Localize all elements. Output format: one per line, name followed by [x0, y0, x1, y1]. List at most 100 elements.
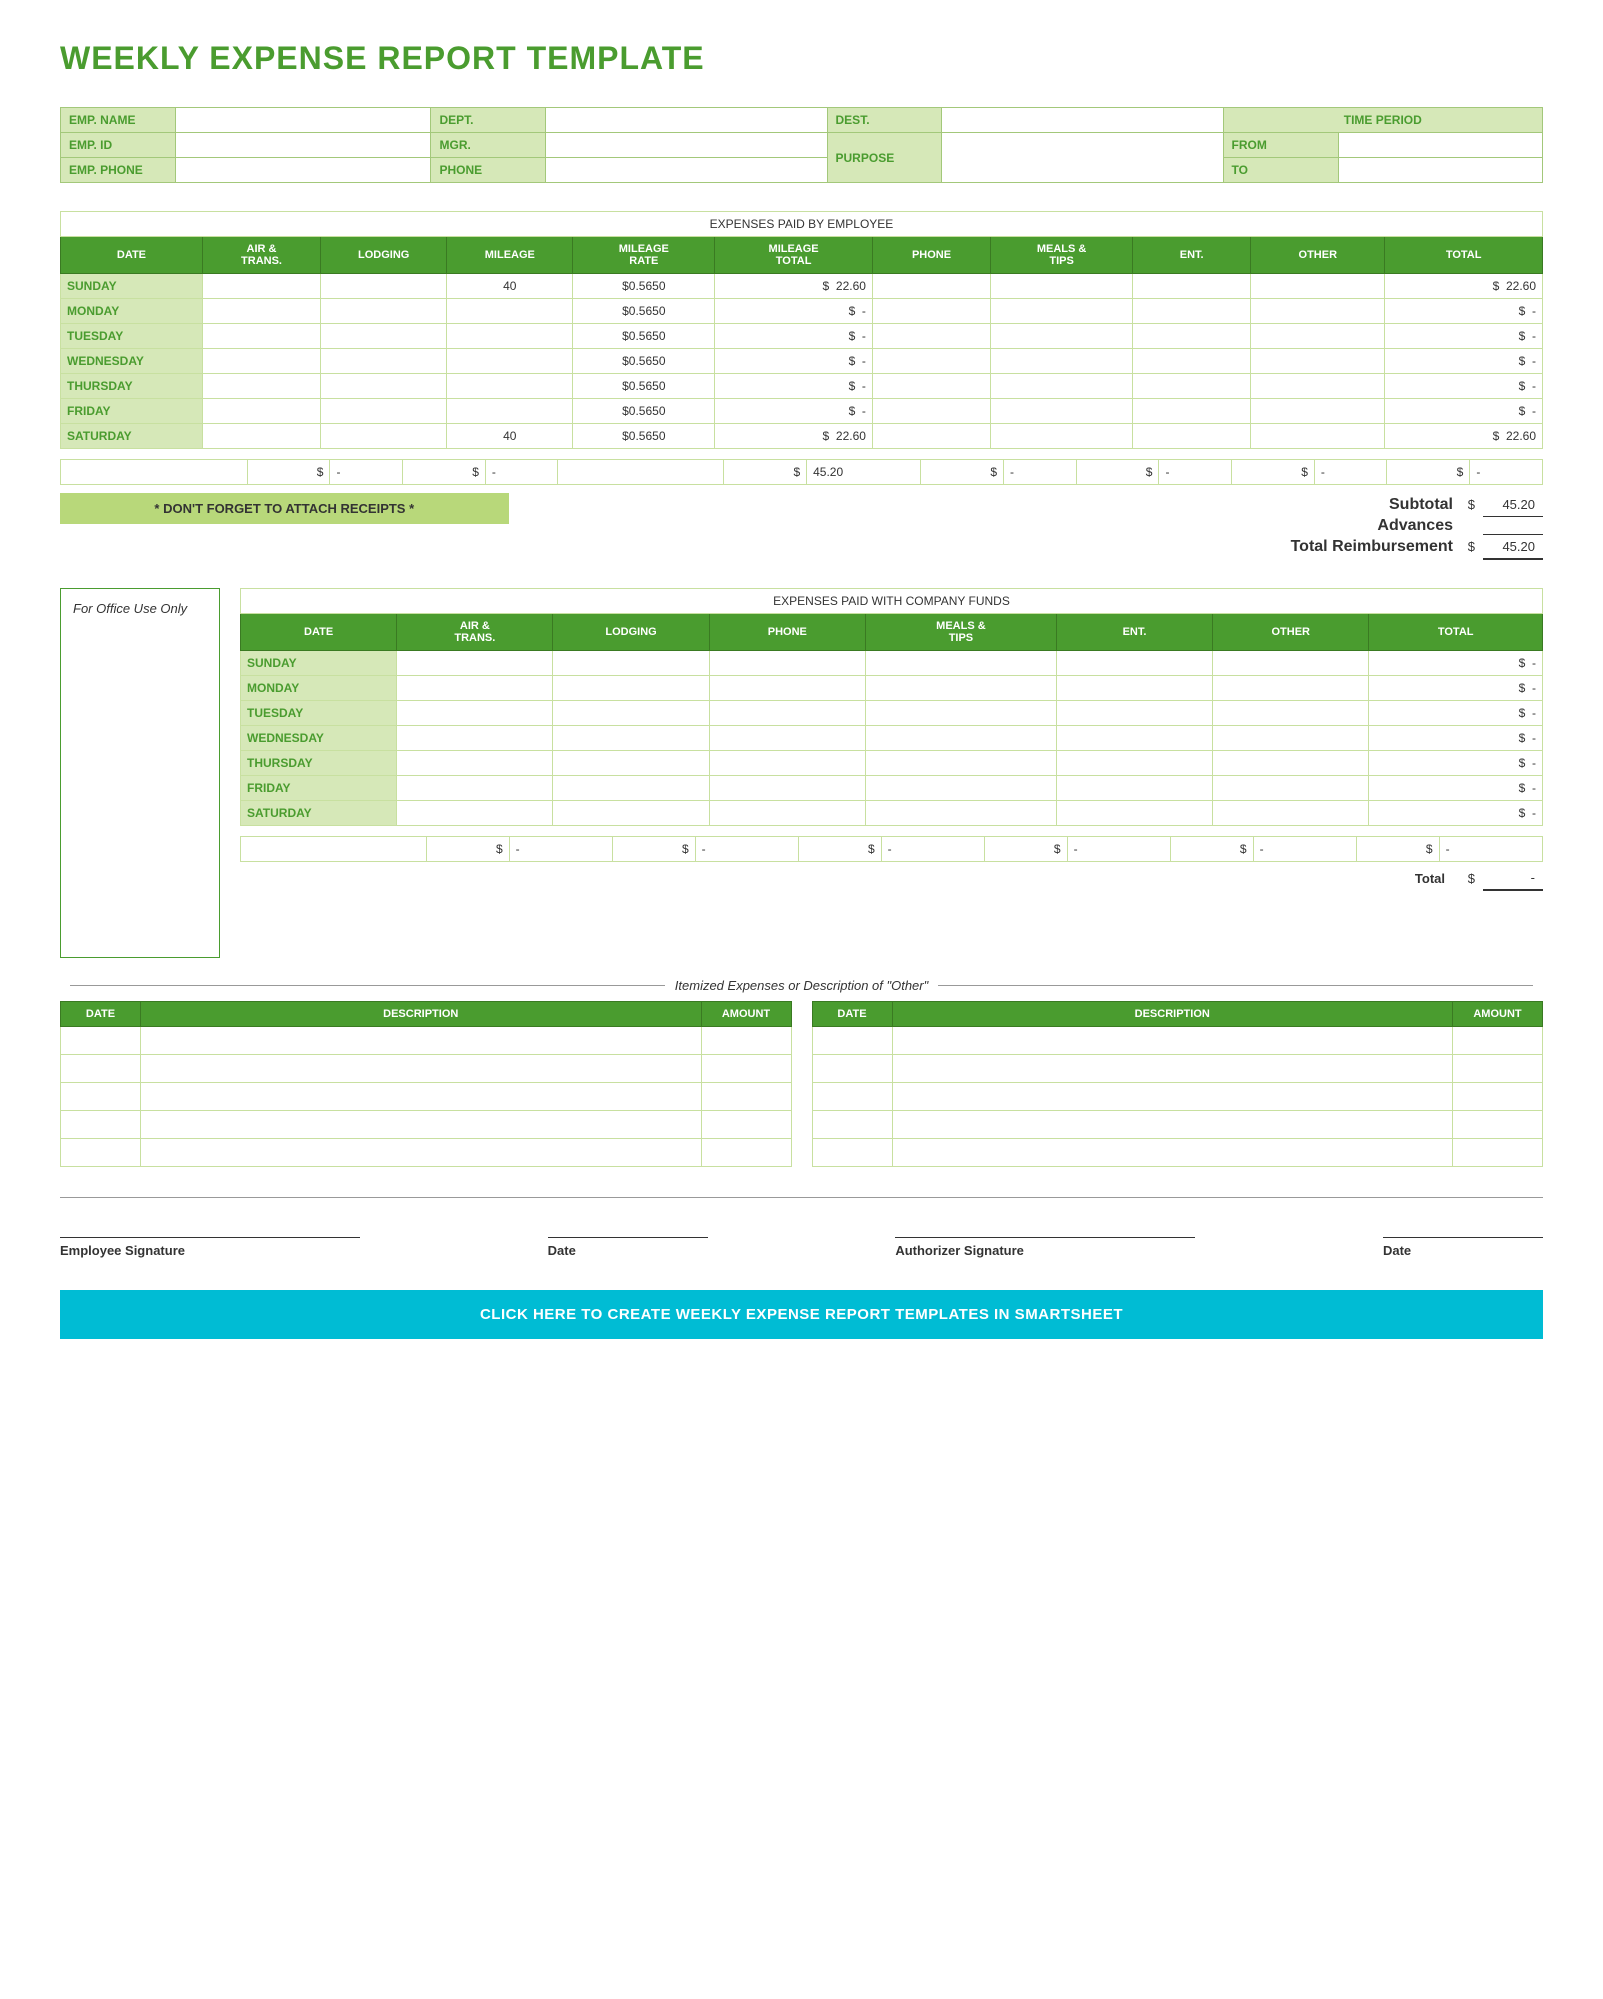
purpose-value[interactable]	[942, 133, 1223, 183]
company-expense-row: FRIDAY $ -	[241, 776, 1543, 801]
comp-col-total: TOTAL	[1369, 614, 1543, 651]
emp-id-value[interactable]	[175, 133, 431, 158]
totals-meals: -	[1159, 460, 1232, 485]
col-mileage: MILEAGE	[447, 237, 573, 274]
emp-id-label: EMP. ID	[61, 133, 176, 158]
comp-tot-ent: -	[1253, 837, 1356, 862]
authorizer-sig-label: Authorizer Signature	[895, 1243, 1024, 1258]
company-expense-row: SATURDAY $ -	[241, 801, 1543, 826]
expenses-employee-table: EXPENSES PAID BY EMPLOYEE DATE AIR &TRAN…	[60, 211, 1543, 449]
col-ent: ENT.	[1133, 237, 1251, 274]
from-label: FROM	[1223, 133, 1338, 158]
itemized-right-row	[812, 1111, 1543, 1139]
advances-label: Advances	[1291, 517, 1453, 535]
employee-expense-row: FRIDAY $0.5650 $ - $ -	[61, 399, 1543, 424]
emp-date-label: Date	[548, 1243, 576, 1258]
employee-expense-row: SATURDAY 40 $0.5650 $ 22.60 $ 22.60	[61, 424, 1543, 449]
total-reimbursement-label: Total Reimbursement	[1291, 535, 1453, 560]
employee-sig-label: Employee Signature	[60, 1243, 185, 1258]
totals-row: $ - $ - $ 45.20 $ - $ - $ - $ -	[61, 460, 1543, 485]
subtotal-value: 45.20	[1483, 493, 1543, 517]
company-total-value: -	[1483, 866, 1543, 890]
item-right-date-col: DATE	[812, 1002, 892, 1027]
totals-air: -	[330, 460, 403, 485]
authorizer-sig-block: Authorizer Signature	[895, 1208, 1195, 1260]
advances-value	[1483, 517, 1543, 535]
item-left-desc-col: DESCRIPTION	[141, 1002, 702, 1027]
col-mileage-rate: MILEAGERATE	[573, 237, 715, 274]
from-value[interactable]	[1338, 133, 1542, 158]
page-title: WEEKLY EXPENSE REPORT TEMPLATE	[60, 40, 1543, 77]
mgr-value[interactable]	[546, 133, 827, 158]
comp-tot-air: -	[509, 837, 612, 862]
employee-expense-row: WEDNESDAY $0.5650 $ - $ -	[61, 349, 1543, 374]
item-left-amount-col: AMOUNT	[701, 1002, 791, 1027]
company-totals-row: $ - $ - $ - $ - $ - $ -	[241, 837, 1543, 862]
employee-expense-row: THURSDAY $0.5650 $ - $ -	[61, 374, 1543, 399]
dest-value[interactable]	[942, 108, 1223, 133]
emp-phone-value[interactable]	[175, 158, 431, 183]
comp-col-air: AIR &TRANS.	[397, 614, 553, 651]
total-reimbursement-row: Total Reimbursement $ 45.20	[1291, 535, 1543, 560]
comp-tot-phone: -	[881, 837, 984, 862]
itemized-right-row	[812, 1055, 1543, 1083]
comp-col-meals: MEALS &TIPS	[865, 614, 1056, 651]
col-meals-tips: MEALS &TIPS	[991, 237, 1133, 274]
itemized-tables: DATE DESCRIPTION AMOUNT DATE DESCRIPTION…	[60, 1001, 1543, 1167]
totals-mile-total: 45.20	[807, 460, 921, 485]
office-use-box: For Office Use Only	[60, 588, 220, 958]
comp-col-date: DATE	[241, 614, 397, 651]
itemized-title: Itemized Expenses or Description of "Oth…	[60, 978, 1543, 993]
company-total-label: Total	[1407, 866, 1453, 890]
auth-date-label: Date	[1383, 1243, 1411, 1258]
expenses-company-title: EXPENSES PAID WITH COMPANY FUNDS	[241, 589, 1543, 614]
totals-ent: -	[1314, 460, 1387, 485]
col-air-trans: AIR &TRANS.	[202, 237, 320, 274]
totals-phone: -	[1004, 460, 1077, 485]
employee-sig-block: Employee Signature	[60, 1208, 360, 1260]
employee-totals-table: $ - $ - $ 45.20 $ - $ - $ - $ -	[60, 459, 1543, 485]
comp-tot-other: -	[1439, 837, 1542, 862]
itemized-section: Itemized Expenses or Description of "Oth…	[60, 978, 1543, 1167]
comp-col-other: OTHER	[1213, 614, 1369, 651]
dept-label: DEPT.	[431, 108, 546, 133]
totals-lodging: -	[485, 460, 558, 485]
itemized-right-row	[812, 1139, 1543, 1167]
emp-name-label: EMP. NAME	[61, 108, 176, 133]
company-totals-table: $ - $ - $ - $ - $ - $ -	[240, 836, 1543, 862]
itemized-right-row	[812, 1083, 1543, 1111]
emp-name-value[interactable]	[175, 108, 431, 133]
itemized-left-row	[61, 1055, 792, 1083]
emp-date-block: Date	[548, 1208, 708, 1260]
phone-value[interactable]	[546, 158, 827, 183]
office-company-section: For Office Use Only EXPENSES PAID WITH C…	[60, 588, 1543, 958]
cta-banner[interactable]: CLICK HERE TO CREATE WEEKLY EXPENSE REPO…	[60, 1290, 1543, 1339]
purpose-label: PURPOSE	[827, 133, 942, 183]
col-phone: PHONE	[872, 237, 990, 274]
company-expense-row: MONDAY $ -	[241, 676, 1543, 701]
comp-col-lodging: LODGING	[553, 614, 709, 651]
time-period-label: TIME PERIOD	[1223, 108, 1542, 133]
total-reimbursement-value: 45.20	[1483, 535, 1543, 560]
company-expense-row: THURSDAY $ -	[241, 751, 1543, 776]
item-left-date-col: DATE	[61, 1002, 141, 1027]
mgr-label: MGR.	[431, 133, 546, 158]
company-funds-section: EXPENSES PAID WITH COMPANY FUNDS DATE AI…	[240, 588, 1543, 958]
advances-row: Advances	[1291, 517, 1543, 535]
itemized-right-table: DATE DESCRIPTION AMOUNT	[812, 1001, 1544, 1167]
expenses-company-table: EXPENSES PAID WITH COMPANY FUNDS DATE AI…	[240, 588, 1543, 826]
subtotal-label: Subtotal	[1291, 493, 1453, 517]
company-expense-row: SUNDAY $ -	[241, 651, 1543, 676]
dept-value[interactable]	[546, 108, 827, 133]
to-value[interactable]	[1338, 158, 1542, 183]
col-other: OTHER	[1251, 237, 1385, 274]
expenses-employee-title: EXPENSES PAID BY EMPLOYEE	[61, 212, 1543, 237]
dest-label: DEST.	[827, 108, 942, 133]
itemized-left-row	[61, 1139, 792, 1167]
auth-date-block: Date	[1383, 1208, 1543, 1260]
itemized-left-row	[61, 1111, 792, 1139]
comp-tot-meals: -	[1067, 837, 1170, 862]
col-date: DATE	[61, 237, 203, 274]
itemized-left-row	[61, 1083, 792, 1111]
to-label: TO	[1223, 158, 1338, 183]
